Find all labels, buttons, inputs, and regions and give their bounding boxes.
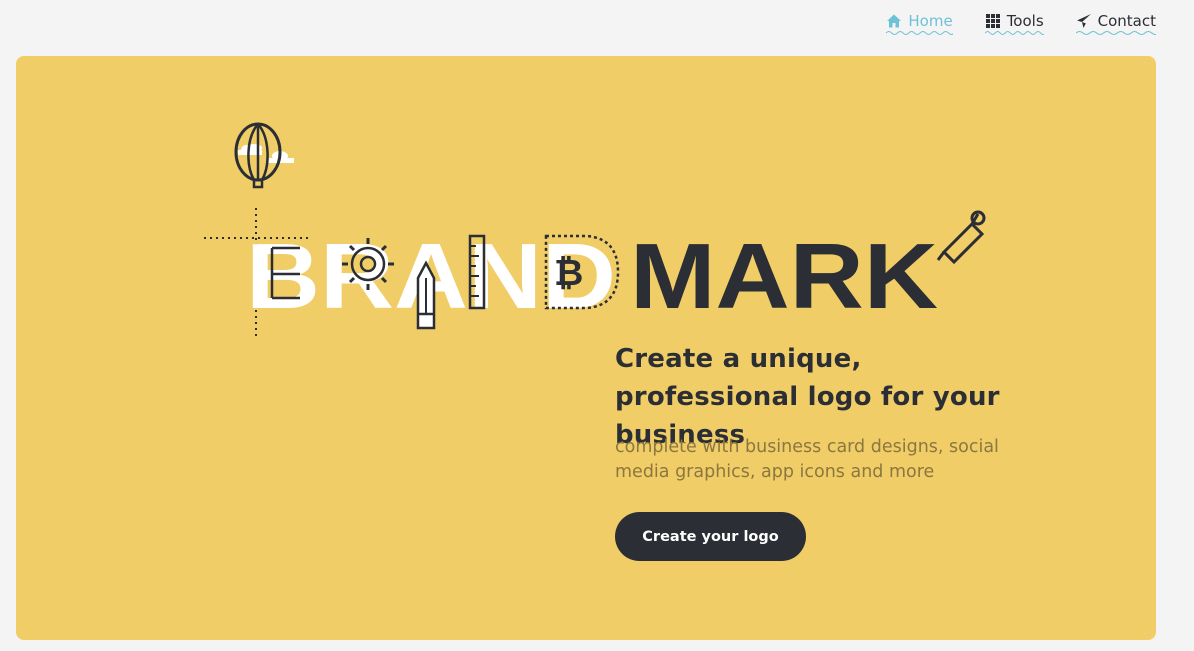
nav-home-link[interactable]: Home [886, 0, 953, 35]
nav-underline-wave [886, 31, 953, 35]
svg-text:₿: ₿ [554, 252, 583, 293]
nav-tools-label: Tools [1006, 12, 1044, 30]
nav-contact-label: Contact [1097, 12, 1156, 30]
home-icon [887, 14, 902, 28]
grid-icon [985, 14, 1000, 28]
paper-plane-icon [1076, 14, 1091, 28]
nav-contact-link[interactable]: Contact [1075, 0, 1156, 35]
nav-underline-wave [1075, 31, 1156, 35]
nav-tools-link[interactable]: Tools [984, 0, 1044, 35]
pen-icon [936, 210, 986, 265]
nav-home-label: Home [908, 12, 953, 30]
hero-banner: BRAND ₿ MARK Create a un [16, 56, 1156, 640]
pencil-icon [416, 260, 436, 330]
logo-word-mark: MARK [630, 224, 938, 328]
create-logo-button[interactable]: Create your logo [615, 512, 806, 561]
nav-underline-wave [984, 31, 1044, 35]
balloon-icon [234, 122, 294, 189]
top-nav: Home Tools Contact [854, 0, 1156, 40]
hero-subline: complete with business card designs, soc… [615, 437, 999, 482]
brandmark-logo: BRAND ₿ MARK [204, 122, 986, 338]
